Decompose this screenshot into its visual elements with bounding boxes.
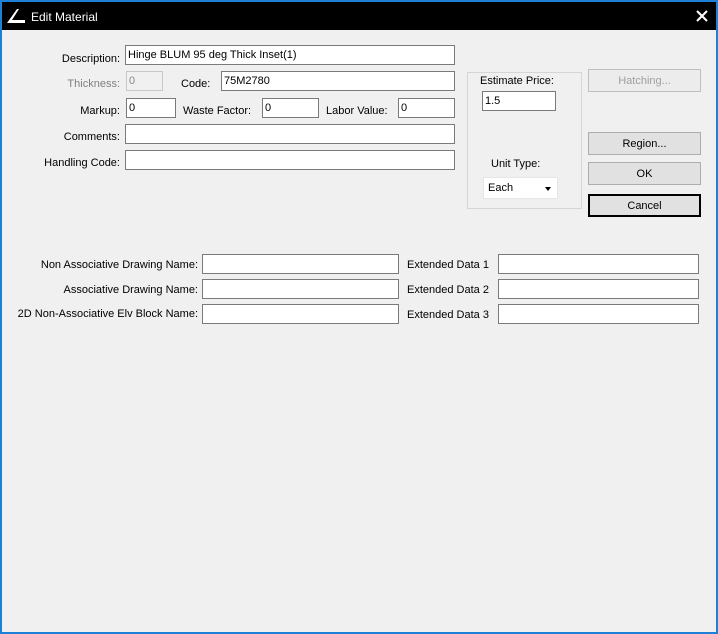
thickness-input[interactable] <box>126 71 163 91</box>
extended-data-3-input[interactable] <box>498 304 699 324</box>
handling-code-label: Handling Code: <box>44 157 120 169</box>
region-button[interactable]: Region... <box>588 132 701 155</box>
extended-data-1-input[interactable] <box>498 254 699 274</box>
markup-label: Markup: <box>80 105 120 117</box>
non-assoc-drawing-name-label: Non Associative Drawing Name: <box>40 259 198 271</box>
chevron-down-icon <box>545 187 551 191</box>
waste-factor-input[interactable] <box>262 98 319 118</box>
block-name-input[interactable] <box>202 304 399 324</box>
close-button[interactable] <box>692 6 712 26</box>
estimate-price-input[interactable] <box>482 91 556 111</box>
code-label: Code: <box>181 78 211 90</box>
hatching-button[interactable]: Hatching... <box>588 69 701 92</box>
comments-label: Comments: <box>63 131 120 143</box>
assoc-drawing-name-input[interactable] <box>202 279 399 299</box>
markup-input[interactable] <box>126 98 176 118</box>
estimate-price-label: Estimate Price: <box>480 75 554 87</box>
description-label: Description: <box>61 53 120 65</box>
extended-data-2-label: Extended Data 2 <box>407 284 489 296</box>
extended-data-3-label: Extended Data 3 <box>407 309 489 321</box>
app-logo-icon <box>7 9 25 23</box>
description-input[interactable] <box>125 45 455 65</box>
thickness-label: Thickness: <box>67 78 120 90</box>
labor-value-input[interactable] <box>398 98 455 118</box>
waste-factor-label: Waste Factor: <box>183 105 252 117</box>
extended-data-1-label: Extended Data 1 <box>407 259 489 271</box>
unit-type-select[interactable]: Each <box>483 177 558 199</box>
handling-code-input[interactable] <box>125 150 455 170</box>
close-icon <box>696 10 708 22</box>
labor-value-label: Labor Value: <box>326 105 388 117</box>
edit-material-dialog: Edit Material Description: Thickness: Co… <box>0 0 718 634</box>
non-assoc-drawing-name-input[interactable] <box>202 254 399 274</box>
cancel-button[interactable]: Cancel <box>588 194 701 217</box>
window-title: Edit Material <box>31 10 98 24</box>
block-name-label: 2D Non-Associative Elv Block Name: <box>17 308 198 320</box>
title-bar[interactable]: Edit Material <box>2 2 716 30</box>
code-input[interactable] <box>221 71 455 91</box>
unit-type-label: Unit Type: <box>491 158 541 170</box>
unit-type-value: Each <box>488 182 514 194</box>
assoc-drawing-name-label: Associative Drawing Name: <box>63 284 199 296</box>
extended-data-2-input[interactable] <box>498 279 699 299</box>
ok-button[interactable]: OK <box>588 162 701 185</box>
comments-input[interactable] <box>125 124 455 144</box>
